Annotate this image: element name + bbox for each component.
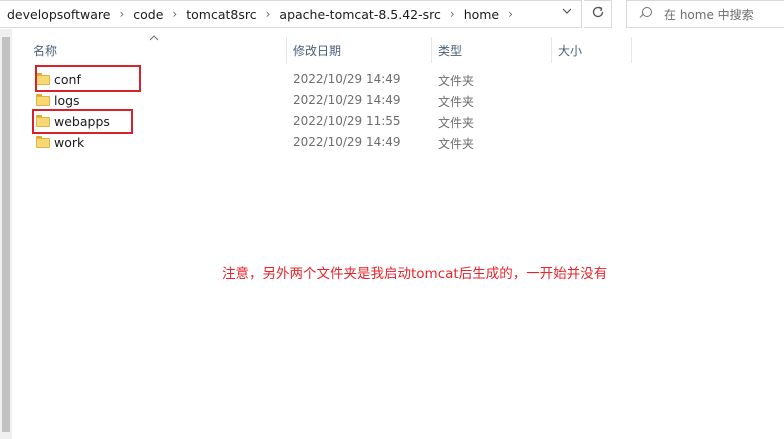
breadcrumb-code[interactable]: code <box>131 7 165 22</box>
file-date-modified: 2022/10/29 11:55 <box>293 114 401 128</box>
chevron-right-icon[interactable]: › <box>112 7 131 21</box>
search-box[interactable]: 在 home 中搜索 <box>626 0 784 28</box>
folder-icon <box>36 94 50 106</box>
column-header-size[interactable]: 大小 <box>552 37 632 63</box>
column-header-type[interactable]: 类型 <box>432 37 552 63</box>
file-type: 文件夹 <box>438 116 475 130</box>
chevron-right-icon[interactable]: › <box>165 7 184 21</box>
file-type: 文件夹 <box>438 137 475 151</box>
chevron-right-icon[interactable]: › <box>259 7 278 21</box>
folder-icon <box>36 136 50 148</box>
chevron-down-icon[interactable] <box>559 6 575 22</box>
file-name: logs <box>54 93 80 108</box>
file-date-modified: 2022/10/29 14:49 <box>293 72 401 86</box>
refresh-icon <box>591 5 605 23</box>
search-icon <box>639 7 653 21</box>
highlight-box-conf <box>35 65 141 92</box>
navigation-pane-scrollbar[interactable] <box>0 29 12 439</box>
highlight-box-webapps <box>32 109 133 134</box>
file-name: work <box>54 135 85 150</box>
breadcrumb-tomcat8src[interactable]: tomcat8src <box>184 7 258 22</box>
address-bar[interactable]: developsoftware › code › tomcat8src › ap… <box>0 0 582 28</box>
refresh-button[interactable] <box>584 0 612 28</box>
file-type: 文件夹 <box>438 95 475 109</box>
column-header-date-modified[interactable]: 修改日期 <box>287 37 432 63</box>
navigation-bar: developsoftware › code › tomcat8src › ap… <box>0 0 784 29</box>
annotation-note: 注意，另外两个文件夹是我启动tomcat后生成的，一开始并没有 <box>222 266 608 282</box>
breadcrumb-developsoftware[interactable]: developsoftware <box>5 7 112 22</box>
chevron-right-icon[interactable]: › <box>501 7 520 21</box>
file-row-work[interactable]: work 2022/10/29 14:49 文件夹 <box>27 132 627 153</box>
breadcrumb-home[interactable]: home <box>462 7 501 22</box>
chevron-right-icon[interactable]: › <box>443 7 462 21</box>
file-row-logs[interactable]: logs 2022/10/29 14:49 文件夹 <box>27 90 627 111</box>
file-type: 文件夹 <box>438 74 475 88</box>
file-date-modified: 2022/10/29 14:49 <box>293 135 401 149</box>
search-placeholder: 在 home 中搜索 <box>664 7 754 22</box>
breadcrumb-apache-tomcat[interactable]: apache-tomcat-8.5.42-src <box>277 7 442 22</box>
column-header-name[interactable]: 名称 <box>27 37 287 63</box>
scrollbar-thumb[interactable] <box>2 37 10 432</box>
file-date-modified: 2022/10/29 14:49 <box>293 93 401 107</box>
